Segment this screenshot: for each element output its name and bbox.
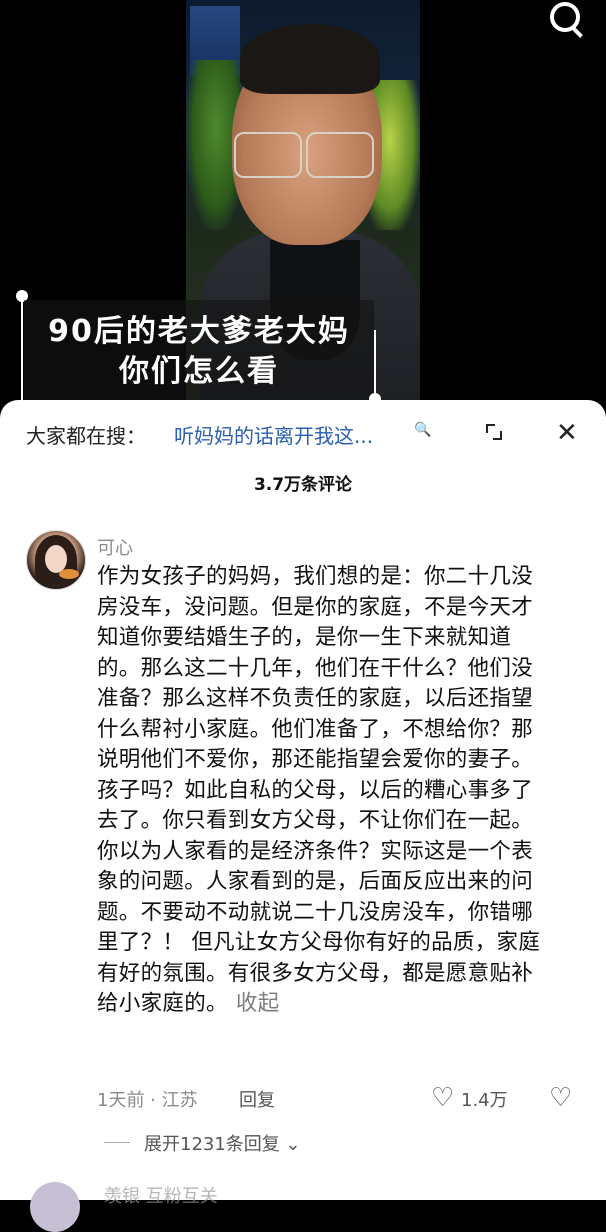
- search-icon[interactable]: [548, 2, 584, 38]
- caption-bracket-left: [21, 296, 23, 406]
- avatar[interactable]: [26, 530, 86, 590]
- comment-line: 说明他们不爱你，那还能指望会爱你的妻子。: [97, 747, 534, 772]
- comment-line: 什么帮衬小家庭。他们准备了，不想给你？那: [97, 716, 534, 742]
- comment-line: 知道你要结婚生子的，是你一生下来就知道: [97, 625, 512, 650]
- magnifier-icon: 🔍: [414, 422, 432, 438]
- close-icon[interactable]: ✕: [556, 418, 578, 448]
- comment-meta: 1天前 · 江苏 回复 ♡ 1.4万 ♡: [97, 1084, 587, 1114]
- comment-line-last: 给小家庭的。 收起: [97, 989, 587, 1020]
- comment-time-location: 1天前 · 江苏: [97, 1090, 198, 1111]
- caption-line-2: 你们怎么看: [119, 354, 279, 389]
- comment-line: 房没车，没问题。但是你的家庭，不是今天才: [97, 594, 534, 620]
- person-glasses: [228, 132, 378, 178]
- trending-search-link[interactable]: 听妈妈的话离开我这...: [174, 420, 373, 449]
- next-comment-avatar[interactable]: [30, 1182, 80, 1232]
- comment-text: 作为女孩子的妈妈，我们想的是：你二十几没 房没车，没问题。但是你的家庭，不是今天…: [97, 562, 587, 1020]
- comment-line: 你以为人家看的是经济条件？实际这是一个表: [97, 838, 534, 864]
- comment-line: 题。不要动不动就说二十几没房没车，你错哪: [97, 899, 534, 925]
- dislike-heart-icon[interactable]: ♡: [549, 1084, 572, 1112]
- divider: [104, 1142, 130, 1143]
- video-player[interactable]: 90后的老大爹老大妈 你们怎么看: [0, 0, 606, 420]
- video-caption: 90后的老大爹老大妈 你们怎么看: [24, 300, 374, 402]
- comment-line: 孩子吗？如此自私的父母，以后的糟心事多了: [97, 777, 534, 803]
- collapse-button[interactable]: 收起: [236, 991, 280, 1016]
- heart-icon[interactable]: ♡: [431, 1084, 454, 1112]
- comment-line: 作为女孩子的妈妈，我们想的是：你二十几没: [97, 564, 534, 589]
- comment-line: 象的问题。人家看到的是，后面反应出来的问: [97, 869, 534, 894]
- comment-line: 的。那么这二十几年，他们在干什么？他们没: [97, 655, 534, 681]
- comment-sheet: 大家都在搜： 听妈妈的话离开我这... 🔍 ✕ 3.7万条评论 可心 作为女孩子…: [0, 400, 606, 1232]
- person-hair: [240, 24, 380, 94]
- comment-line: 里了？！ 但凡让女方父母你有好的品质，家庭: [97, 930, 541, 955]
- next-comment-username[interactable]: 羡银 互粉互关: [104, 1182, 218, 1208]
- comment-line: 准备？那么这样不负责任的家庭，以后还指望: [97, 686, 534, 711]
- expand-replies-label: 展开1231条回复 ⌄: [144, 1134, 301, 1155]
- trending-search-bar[interactable]: 大家都在搜： 听妈妈的话离开我这... 🔍 ✕: [26, 418, 586, 454]
- search-prefix-label: 大家都在搜：: [26, 424, 146, 448]
- expand-icon[interactable]: [486, 424, 502, 440]
- reply-button[interactable]: 回复: [239, 1086, 275, 1112]
- comment-line: 给小家庭的。: [97, 991, 228, 1016]
- caption-line-1: 90后的老大爹老大妈: [48, 314, 350, 349]
- comment-count: 3.7万条评论: [253, 475, 353, 495]
- comment-line: 去了。你只看到女方父母，不让你们在一起。: [97, 808, 534, 833]
- comment-username[interactable]: 可心: [97, 534, 133, 560]
- comment-line: 有好的氛围。有很多女方父母，都是愿意贴补: [97, 960, 534, 986]
- like-count: 1.4万: [461, 1090, 508, 1111]
